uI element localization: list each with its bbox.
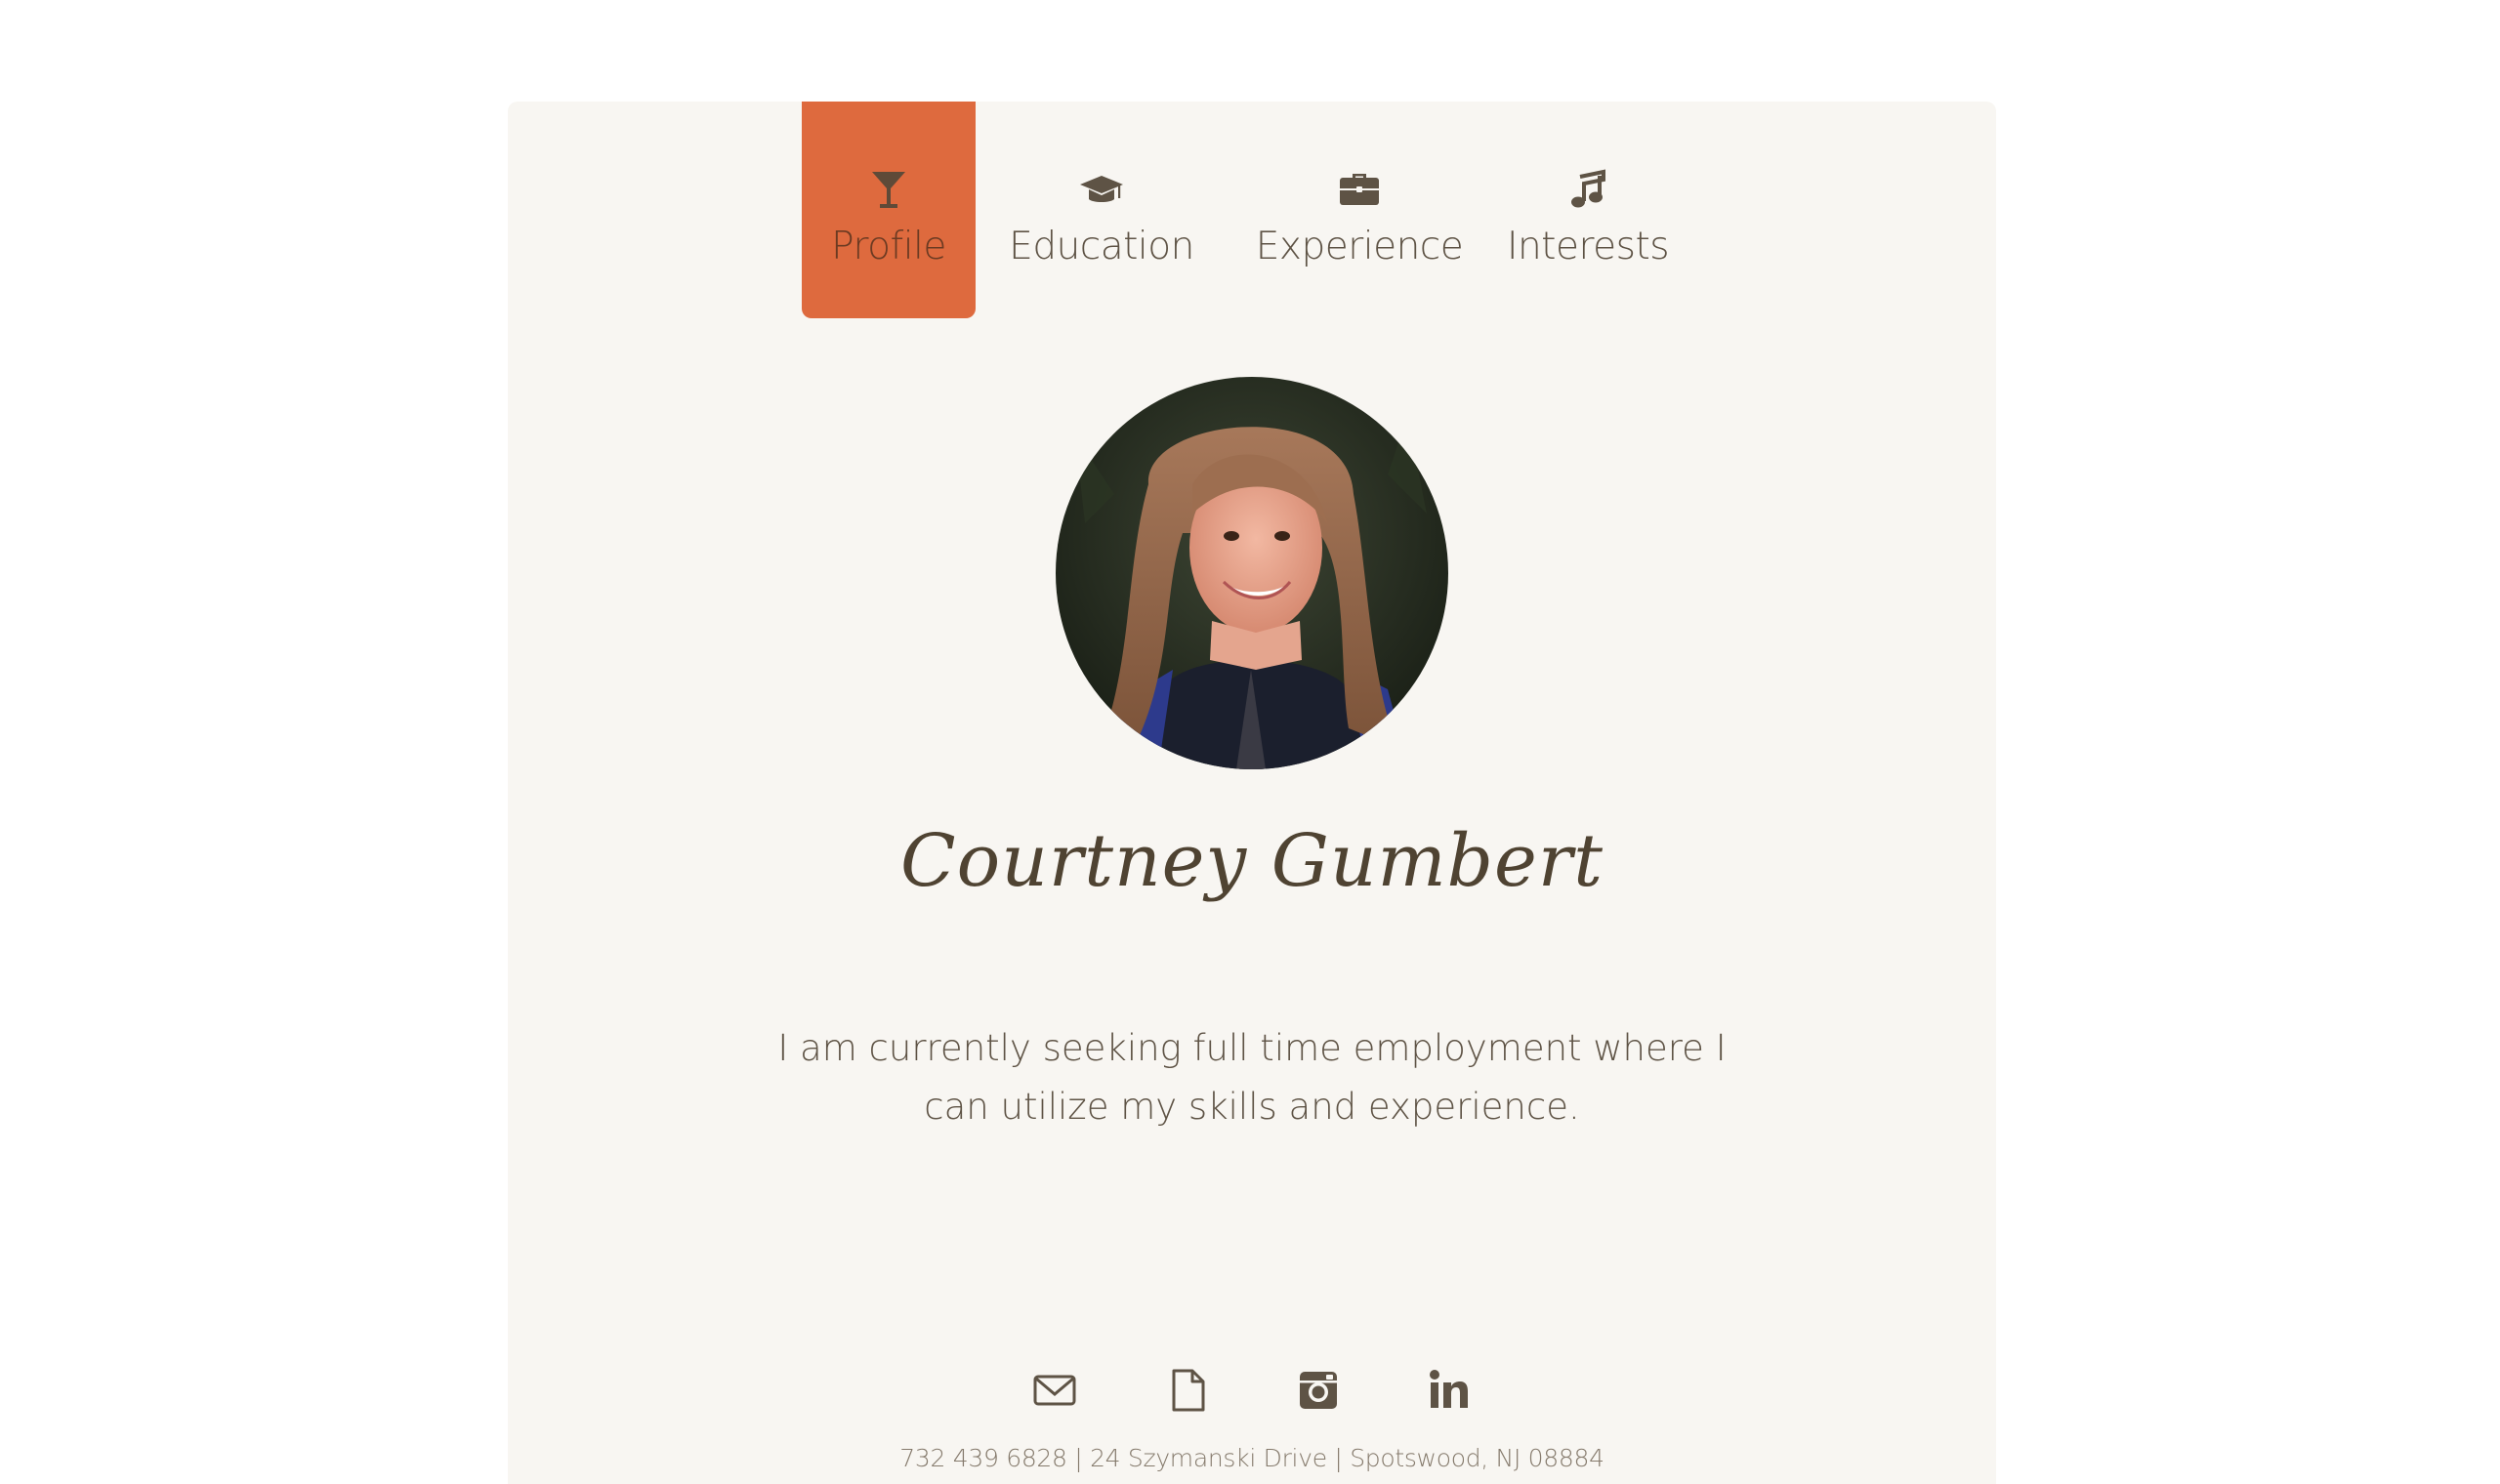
instagram-link[interactable] bbox=[1295, 1367, 1342, 1414]
profile-photo bbox=[1056, 377, 1448, 769]
profile-summary: I am currently seeking full time employm… bbox=[777, 1027, 1727, 1128]
linkedin-icon bbox=[1427, 1368, 1472, 1413]
tab-experience-label: Experience bbox=[1255, 225, 1464, 268]
document-icon bbox=[1165, 1368, 1210, 1413]
profile-card: Profile Education Experience Interests C… bbox=[508, 102, 1996, 1484]
envelope-icon bbox=[1032, 1368, 1077, 1413]
music-note-icon bbox=[1566, 168, 1609, 211]
tab-interests-label: Interests bbox=[1506, 225, 1670, 268]
tab-education-label: Education bbox=[1009, 225, 1194, 268]
tab-interests[interactable]: Interests bbox=[1507, 102, 1670, 318]
tab-bar: Profile Education Experience Interests bbox=[508, 102, 1996, 318]
social-links bbox=[508, 1367, 1996, 1416]
contact-info: 732 439 6828 | 24 Szymanski Drive | Spot… bbox=[899, 1444, 1604, 1472]
tab-profile[interactable]: Profile bbox=[802, 102, 976, 318]
instagram-icon bbox=[1296, 1368, 1341, 1413]
email-link[interactable] bbox=[1031, 1367, 1078, 1414]
tab-experience[interactable]: Experience bbox=[1256, 102, 1464, 318]
tab-education[interactable]: Education bbox=[1009, 102, 1194, 318]
resume-link[interactable] bbox=[1164, 1367, 1211, 1414]
cocktail-icon bbox=[867, 168, 910, 211]
briefcase-icon bbox=[1338, 168, 1381, 211]
graduation-cap-icon bbox=[1080, 168, 1123, 211]
profile-name: Courtney Gumbert bbox=[900, 819, 1604, 903]
tab-profile-label: Profile bbox=[831, 225, 946, 268]
linkedin-link[interactable] bbox=[1426, 1367, 1473, 1414]
